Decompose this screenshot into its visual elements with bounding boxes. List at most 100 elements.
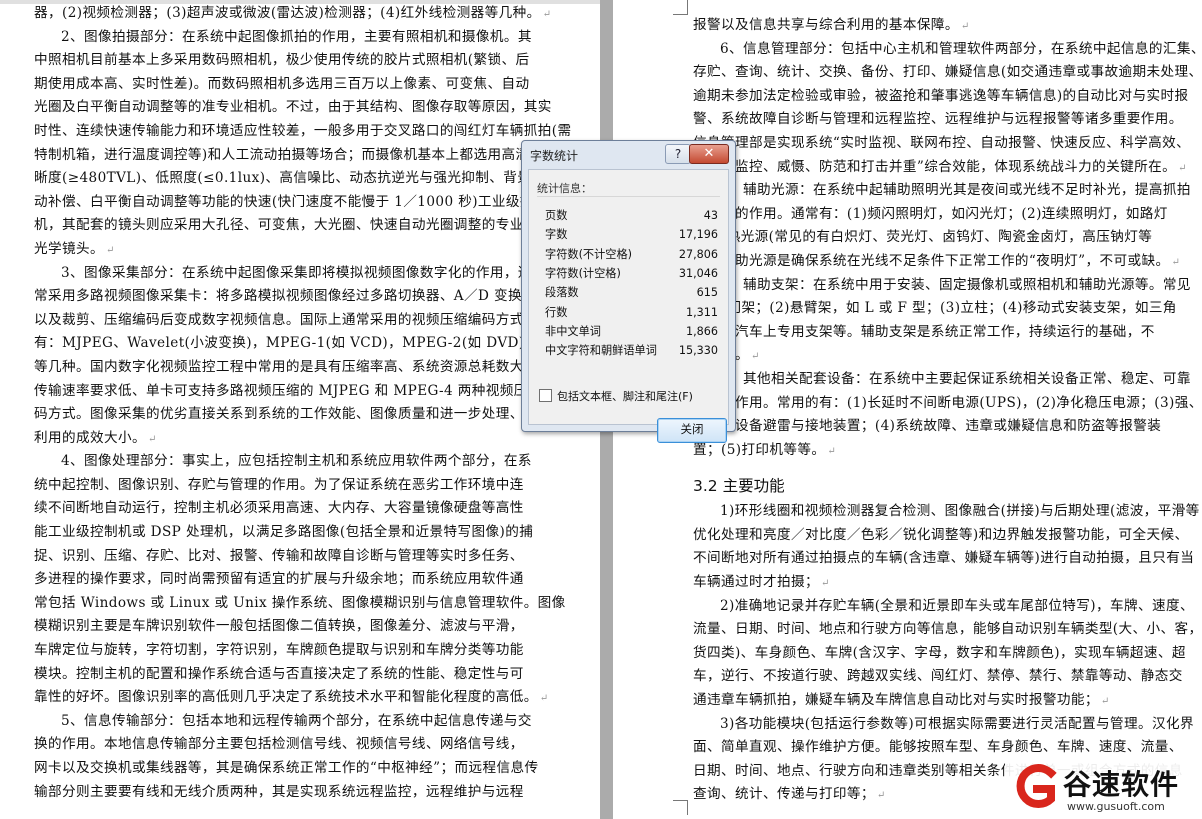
- text-line-content: 晰度(≥480TVL)、低照度(≤0.1lux)、高信噪比、动态抗逆光与强光抑制…: [34, 170, 560, 187]
- stat-label: 字符数(计空格): [545, 266, 621, 280]
- stat-value: 27,806: [678, 247, 718, 261]
- text-line-content: 6、信息管理部分：包括中心主机和管理软件两部分，在系统中起信息的汇集、: [720, 40, 1202, 57]
- text-line-content: 清晰度的作用。通常有：(1)频闪照明灯，如闪光灯；(2)连续照明灯，如路灯: [693, 205, 1168, 222]
- dialog-body: 统计信息： 页数 43 字数 17,196 字符数(不计空格) 27,806 字符数(计空格…: [528, 169, 729, 443]
- text-line: 面、简单直观、操作维护方便。能够按照车型、车身颜色、车牌、速度、流量、: [693, 736, 1186, 760]
- paragraph-mark-icon: ↵: [147, 433, 157, 445]
- dialog-title: 字数统计: [530, 149, 579, 163]
- crop-mark-top-left: [673, 0, 688, 15]
- include-textboxes-checkbox[interactable]: [539, 389, 552, 402]
- text-line-content: 优化处理和亮度／对比度／色彩／锐化调整等)和边界触发报警功能，可全天候、: [693, 526, 1189, 543]
- text-line-content: 7、辅助光源：在系统中起辅助照明光其是夜间或光线不足时补光，提高抓拍: [720, 182, 1191, 199]
- text-line: 能工业级控制机或 DSP 处理机，以满足多路图像(包括全景和近景特写图像)的捕: [34, 521, 586, 545]
- text-line: 特制机箱，进行温度调控等)和人工流动拍摄等场合；而摄像机基本上都选用高清: [34, 144, 586, 168]
- text-line-content: 光学镜头。: [34, 240, 104, 257]
- text-line-content: 管理、监控、威慑、防范和打击并重”综合效能，体现系统战斗力的关键所在。: [693, 158, 1177, 175]
- text-line-content: 码方式。图像采集的优劣直接关系到系统的工作效能、图像质量和进一步处理、: [34, 406, 524, 423]
- text-line: 管理、监控、威慑、防范和打击并重”综合效能，体现系统战斗力的关键所在。 ↵: [693, 156, 1187, 180]
- text-line-content: (冷、热光源(常见的有白炽灯、荧光灯、卤钨灯、陶瓷金卤灯，高压钠灯等: [693, 229, 1153, 246]
- help-button[interactable]: ?: [665, 144, 691, 164]
- text-line: 输部分则主要要有线和无线介质两种，其是实现系统远程监控，远程维护与远程: [34, 781, 586, 805]
- text-line: 2)准确地记录并存贮车辆(全景和近景即车头或车尾部位特写)，车牌、速度、: [693, 595, 1194, 619]
- text-line: 货四类)、车身颜色、车牌(含汉字、字母，数字和车牌颜色)，实现车辆超速、超: [693, 642, 1186, 666]
- text-line: 网卡以及交换机或集线器等，其是确保系统正常工作的“中枢神经”；而远程信息传: [34, 757, 586, 781]
- text-line: 统中起控制、图像识别、存贮与管理的作用。为了保证系统在恶劣工作环境中连: [34, 474, 586, 498]
- close-dialog-button[interactable]: 关闭: [657, 418, 727, 443]
- include-textboxes-checkbox-row[interactable]: 包括文本框、脚注和尾注(F): [539, 388, 693, 404]
- logo-name: 谷速软件: [1063, 768, 1180, 801]
- text-line-content: 信息管理部是实现系统“实时监视、联网布控、自动报警、快速反应、科学高效、: [693, 134, 1191, 151]
- text-line-content: 弱电、设备避雷与接地装置；(4)系统故障、违章或嫌疑信息和防盗等报警装: [693, 418, 1162, 435]
- stat-row: 中文字符和朝鲜语单词 15,330: [545, 341, 718, 360]
- document-page-left[interactable]: 器，(2)视频检测器；(3)超声波或微波(雷达波)检测器；(4)红外线检测器等几…: [0, 0, 600, 819]
- text-line-content: 车辆通过时才拍摄；: [693, 574, 819, 591]
- text-line-content: 传输速率要求低、单卡可支持多路视频压缩的 MJPEG 和 MPEG-4 两种视频…: [34, 382, 556, 399]
- text-line: 机，其配套的镜头则应采用大孔径、可变焦，大光圈、快速自动光圈调整的专业: [34, 214, 586, 238]
- text-line: 不间断地对所有通过拍摄点的车辆(含违章、嫌疑车辆等)进行自动拍摄，且只有当: [693, 547, 1194, 571]
- text-line-content: (1)龙门架；(2)悬臂架，如 L 或 F 型；(3)立柱；(4)移动式安装支架…: [693, 300, 1177, 317]
- text-line-content: 查询、统计、传递与打印等；: [693, 786, 875, 803]
- stat-value: 1,311: [685, 305, 718, 319]
- text-line: 期使用成本高、实时性差)。而数码照相机多选用三百万以上像素、可变焦、自动: [34, 73, 586, 97]
- text-line: 4、图像处理部分：事实上，应包括控制主机和系统应用软件两个部分，在系: [34, 450, 586, 474]
- text-line: 换的作用。本地信息传输部分主要包括检测信号线、视频信号线、网络信号线，: [34, 733, 586, 757]
- text-line: 置；(5)打印机等等。 ↵: [693, 439, 1186, 463]
- text-line-content: 2、图像拍摄部分：在系统中起图像抓拍的作用，主要有照相机和摄像机。其: [61, 28, 532, 45]
- close-button[interactable]: ✕: [689, 144, 729, 164]
- text-line: 2、图像拍摄部分：在系统中起图像抓拍的作用，主要有照相机和摄像机。其: [34, 26, 586, 50]
- logo-url: www.gusuoft.com: [1067, 800, 1165, 813]
- text-line: 模块。控制主机的配置和操作系统合适与否直接决定了系统的性能、稳定性与可: [34, 663, 586, 687]
- text-line: 8、辅助支架：在系统中用于安装、固定摄像机或照相机和辅助光源等。常见: [693, 274, 1190, 298]
- stat-value: 31,046: [678, 266, 718, 280]
- stat-label: 非中文单词: [545, 324, 601, 338]
- stat-row: 字符数(计空格) 31,046: [545, 264, 718, 283]
- paragraph-mark-icon: ↵: [542, 9, 552, 20]
- stat-row: 字数 17,196: [545, 225, 718, 244]
- text-line: 等几种。国内数字化视频监控工程中常用的是具有压缩率高、系统资源总耗数大、: [34, 356, 586, 380]
- text-line: 弱电、设备避雷与接地装置；(4)系统故障、违章或嫌疑信息和防盗等报警装: [693, 415, 1186, 439]
- text-line: 多进程的操作要求，同时尚需预留有适宜的扩展与升级余地；而系统应用软件通: [34, 568, 586, 592]
- text-line-content: 捉、识别、压缩、存贮、比对、报警、传输和故障自诊断与管理等实时多任务、: [34, 547, 524, 564]
- stat-label: 页数: [545, 209, 568, 222]
- text-line-content: 光圈及白平衡自动调整等的准专业相机。不过，由于其结构、图像存取等原因，其实: [34, 99, 552, 116]
- stat-label: 字符数(不计空格): [545, 247, 633, 261]
- text-line-content: 特制机箱，进行温度调控等)和人工流动拍摄等场合；而摄像机基本上都选用高清: [34, 146, 530, 163]
- text-line-content: 期使用成本高、实时性差)。而数码照相机多选用三百万以上像素、可变焦、自动: [34, 75, 530, 92]
- paragraph-mark-icon: ↵: [960, 21, 970, 32]
- text-line: 6、信息管理部分：包括中心主机和管理软件两部分，在系统中起信息的汇集、: [693, 38, 1202, 62]
- paragraph-mark-icon: ↵: [105, 244, 115, 256]
- text-line: 7、辅助光源：在系统中起辅助照明光其是夜间或光线不足时补光，提高抓拍: [693, 179, 1190, 203]
- include-textboxes-label: 包括文本框、脚注和尾注(F): [557, 390, 693, 403]
- text-line: 优化处理和亮度／对比度／色彩／锐化调整等)和边界触发报警功能，可全天候、: [693, 524, 1189, 548]
- stat-row: 行数 1,311: [545, 303, 718, 322]
- text-line: 有：MJPEG、Wavelet(小波变换)，MPEG-1(如 VCD)，MPEG…: [34, 332, 600, 356]
- text-line-content: 逾期未参加法定检验或审验，被盗抢和肇事逃逸等车辆信息)的自动比对与实时报: [693, 87, 1189, 104]
- text-line-content: 等。辅助光源是确保系统在光线不足条件下正常工作的“夜明灯”，不可或缺。: [693, 252, 1170, 269]
- text-line: 动补偿、白平衡自动调整等功能的快速(快门速度不能慢于 1／1000 秒)工业级摄…: [34, 191, 586, 215]
- stat-value: 1,866: [685, 324, 718, 338]
- text-line: 车辆通过时才拍摄； ↵: [693, 571, 1186, 595]
- stat-label: 段落数: [545, 286, 579, 300]
- crop-mark-bottom-left: [673, 800, 688, 815]
- text-line-content: 报警以及信息共享与综合利用的基本保障。: [693, 17, 959, 33]
- text-line: 警、系统故障自诊断与管理和远程监控、远程维护与远程报警等诸多重要作用。: [693, 108, 1186, 132]
- text-line-content: 警、系统故障自诊断与管理和远程监控、远程维护与远程报警等诸多重要作用。: [693, 111, 1183, 128]
- stat-label: 行数: [545, 305, 568, 319]
- divider: [537, 196, 720, 197]
- text-line-content: 续不间断地自动运行，控制主机必须采用高速、大内存、大容量镜像硬盘等高性: [34, 500, 524, 517]
- stat-value: 615: [696, 286, 718, 300]
- text-line: 靠性的好坏。图像识别率的高低则几乎决定了系统技术水平和智能化程度的高低。 ↵: [34, 686, 586, 710]
- text-line: 晰度(≥480TVL)、低照度(≤0.1lux)、高信噪比、动态抗逆光与强光抑制…: [34, 167, 586, 191]
- text-line: 报警以及信息共享与综合利用的基本保障。 ↵: [693, 14, 1186, 38]
- watermark-logo: 谷速软件 www.gusuoft.com: [1005, 759, 1202, 819]
- paragraph-mark-icon: ↵: [1100, 696, 1110, 708]
- stat-row: 非中文单词 1,866: [545, 322, 718, 341]
- text-line: 常采用多路视频图像采集卡：将多路模拟视频图像经过多路切换器、A／D 变换器: [34, 285, 586, 309]
- text-line-content: 等几种。国内数字化视频监控工程中常用的是具有压缩率高、系统资源总耗数大、: [34, 358, 538, 375]
- text-line: 常包括 Windows 或 Linux 或 Unix 操作系统、图像模糊识别与信…: [34, 592, 586, 616]
- paragraph-mark-icon: ↵: [820, 578, 830, 590]
- text-line-content: 统中起控制、图像识别、存贮与管理的作用。为了保证系统在恶劣工作环境中连: [34, 476, 524, 493]
- text-line-content: 网卡以及交换机或集线器等，其是确保系统正常工作的“中枢神经”；而远程信息传: [34, 760, 539, 776]
- text-line-content: 货四类)、车身颜色、车牌(含汉字、字母，数字和车牌颜色)，实现车辆超速、超: [693, 644, 1186, 661]
- text-line-content: 1)环形线圈和视频检测器复合检测、图像融合(拼接)与后期处理(滤波，平滑等: [720, 503, 1200, 520]
